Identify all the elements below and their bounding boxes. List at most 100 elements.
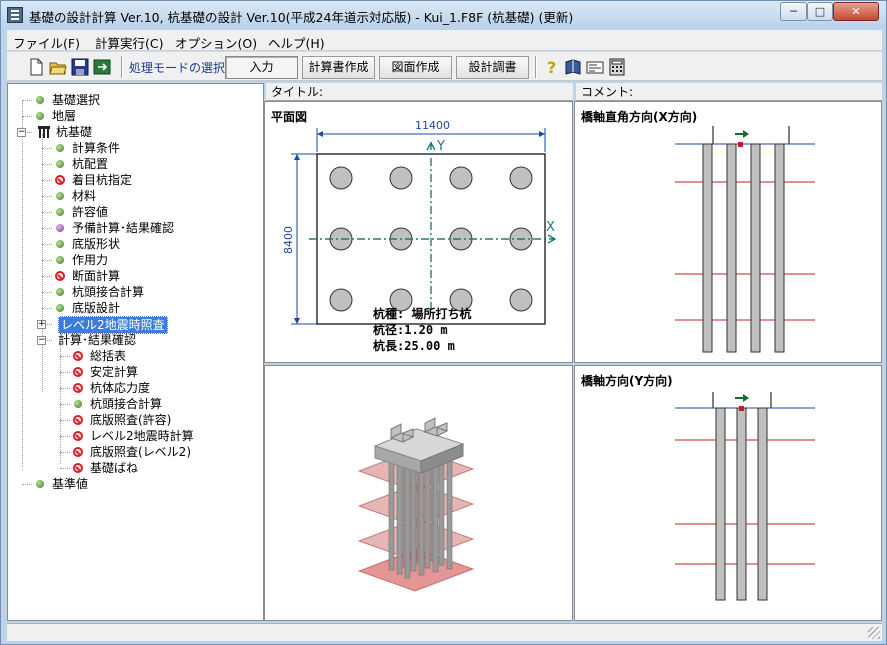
tree-connector bbox=[22, 100, 32, 101]
tree-item-label: 杭配置 bbox=[72, 157, 109, 171]
save-icon[interactable] bbox=[71, 58, 89, 76]
tree-connector bbox=[42, 228, 52, 229]
load-point-marker bbox=[738, 142, 743, 147]
design-record-button[interactable]: 設計調書 bbox=[456, 56, 529, 79]
section-pile bbox=[736, 407, 747, 601]
tree-expander[interactable]: + bbox=[37, 320, 46, 329]
title-field[interactable]: タイトル: bbox=[266, 83, 573, 101]
menu-calculate[interactable]: 計算実行(C) bbox=[95, 33, 163, 52]
minimize-button[interactable]: ─ bbox=[780, 2, 807, 21]
iso-pile bbox=[396, 461, 403, 575]
tree-item-label: 底版形状 bbox=[72, 237, 121, 251]
status-dot-icon bbox=[56, 304, 64, 312]
height-dimension-text: 8400 bbox=[282, 226, 295, 254]
prohibited-icon bbox=[73, 431, 83, 441]
plan-pile bbox=[509, 166, 533, 190]
new-file-icon[interactable] bbox=[27, 58, 45, 76]
tree-item-label: 基準値 bbox=[52, 477, 89, 491]
report-create-button[interactable]: 計算書作成 bbox=[302, 56, 375, 79]
application-window: 基礎の設計計算 Ver.10, 杭基礎の設計 Ver.10(平成24年道示対応版… bbox=[0, 0, 887, 645]
iso-pile bbox=[424, 455, 431, 569]
pile-length-text: 杭長:25.00 m bbox=[373, 338, 455, 353]
tree-connector bbox=[42, 308, 52, 309]
close-button[interactable]: ✕ bbox=[833, 2, 879, 21]
section-pile bbox=[715, 407, 726, 601]
tree-expander[interactable]: − bbox=[17, 128, 26, 137]
prohibited-icon bbox=[55, 271, 65, 281]
y-axis-label: Y bbox=[436, 139, 445, 154]
load-arrow-head bbox=[743, 394, 749, 402]
plan-view-pane: 平面図 11400 8400 Y X 杭種: 場所打ち杭 杭径:1.20 m 杭… bbox=[264, 101, 573, 363]
plan-pile bbox=[329, 288, 353, 312]
iso-pile bbox=[432, 459, 439, 573]
tree-item-label: 計算･結果確認 bbox=[58, 333, 137, 347]
resize-grip[interactable] bbox=[868, 627, 880, 639]
pile-diameter-text: 杭径:1.20 m bbox=[373, 322, 448, 337]
tree-connector bbox=[42, 196, 52, 197]
x-layer-lines bbox=[675, 181, 815, 321]
iso-pile bbox=[438, 452, 445, 566]
book-icon[interactable] bbox=[564, 58, 582, 76]
iso-pile bbox=[404, 465, 411, 579]
status-dot-icon bbox=[56, 192, 64, 200]
y-section-drawing bbox=[675, 392, 815, 601]
tree-connector bbox=[60, 372, 70, 373]
load-point-marker bbox=[739, 406, 744, 411]
iso-pile bbox=[446, 456, 453, 570]
iso-pile bbox=[388, 457, 395, 571]
comment-field[interactable]: コメント: bbox=[576, 83, 882, 101]
plan-pile bbox=[509, 288, 533, 312]
tree-connector bbox=[22, 116, 32, 117]
status-dot-icon bbox=[56, 256, 64, 264]
calculator-icon[interactable] bbox=[608, 58, 626, 76]
x-section-piles bbox=[702, 143, 785, 353]
menu-help[interactable]: ヘルプ(H) bbox=[268, 33, 325, 52]
tree-item-label: 許容値 bbox=[72, 205, 109, 219]
menu-options[interactable]: オプション(O) bbox=[175, 33, 257, 52]
width-dimension-text: 11400 bbox=[415, 119, 450, 132]
open-folder-icon[interactable] bbox=[49, 58, 67, 76]
section-pile bbox=[750, 143, 761, 353]
tree-expander[interactable]: − bbox=[37, 336, 46, 345]
drawing-create-button[interactable]: 図面作成 bbox=[379, 56, 452, 79]
card-icon[interactable] bbox=[586, 58, 604, 76]
window-title: 基礎の設計計算 Ver.10, 杭基礎の設計 Ver.10(平成24年道示対応版… bbox=[29, 10, 574, 25]
3d-view-pane[interactable] bbox=[264, 365, 573, 621]
maximize-button[interactable]: □ bbox=[807, 2, 833, 21]
title-bar[interactable]: 基礎の設計計算 Ver.10, 杭基礎の設計 Ver.10(平成24年道示対応版… bbox=[1, 1, 886, 29]
plan-pile bbox=[329, 166, 353, 190]
toolbar-separator bbox=[121, 56, 123, 78]
status-bar bbox=[7, 623, 882, 641]
status-dot-icon bbox=[56, 288, 64, 296]
input-mode-button[interactable]: 入力 bbox=[225, 56, 298, 79]
status-dot-icon bbox=[56, 144, 64, 152]
prohibited-icon bbox=[73, 383, 83, 393]
plan-pile bbox=[389, 166, 413, 190]
tree-connector bbox=[42, 244, 52, 245]
status-dot-icon bbox=[56, 224, 64, 232]
section-pile bbox=[702, 143, 713, 353]
tree-guide-line bbox=[22, 100, 23, 470]
tree-connector bbox=[42, 212, 52, 213]
toolbar: 処理モードの選択 入力 計算書作成 図面作成 設計調書 ? bbox=[7, 51, 882, 81]
iso-pile bbox=[410, 458, 417, 572]
prohibited-icon bbox=[73, 463, 83, 473]
prohibited-icon bbox=[55, 175, 65, 185]
tree-connector bbox=[60, 436, 70, 437]
y-section-piles bbox=[715, 407, 768, 601]
menu-file[interactable]: ファイル(F) bbox=[13, 33, 80, 52]
processing-mode-label: 処理モードの選択 bbox=[129, 61, 226, 75]
tree-guide-line bbox=[42, 134, 43, 392]
x-section-drawing bbox=[675, 126, 815, 353]
tree-item-label: 底版照査(レベル2) bbox=[90, 445, 191, 459]
tree-item-label: 作用力 bbox=[72, 253, 109, 267]
section-pile bbox=[757, 407, 768, 601]
tree-connector bbox=[42, 260, 52, 261]
help-icon[interactable]: ? bbox=[543, 58, 561, 76]
svg-text:?: ? bbox=[547, 58, 556, 76]
status-dot-icon bbox=[56, 240, 64, 248]
plan-drawing: 11400 8400 Y X 杭種: 場所打ち杭 杭径:1.20 m 杭長:25… bbox=[282, 119, 557, 353]
tree-item-label: 計算条件 bbox=[72, 141, 121, 155]
export-icon[interactable] bbox=[93, 58, 111, 76]
tree-connector bbox=[60, 388, 70, 389]
